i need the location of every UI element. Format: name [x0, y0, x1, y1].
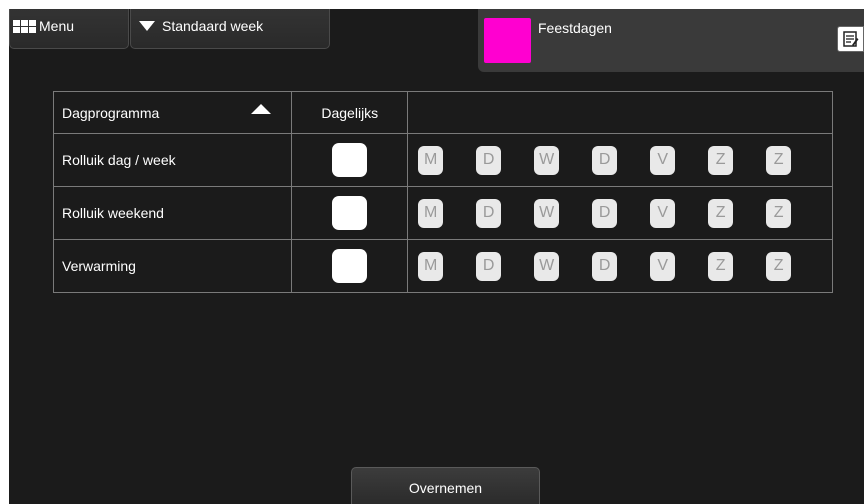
- weekdays-cell: MDWDVZZ: [407, 239, 833, 293]
- weekday-toggle[interactable]: W: [534, 251, 560, 281]
- daily-checkbox[interactable]: [332, 196, 368, 230]
- week-select-button[interactable]: Standaard week: [130, 9, 330, 49]
- weekday-toggle[interactable]: D: [592, 145, 618, 175]
- triangle-down-icon: [139, 21, 155, 31]
- header-dagelijks: Dagelijks: [291, 91, 409, 134]
- daily-cell: [291, 186, 409, 240]
- weekday-toggle[interactable]: V: [650, 251, 676, 281]
- weekday-toggle[interactable]: Z: [766, 251, 792, 281]
- program-name[interactable]: Rolluik dag / week: [52, 133, 293, 187]
- daily-cell: [291, 239, 409, 293]
- holiday-color-swatch[interactable]: [484, 18, 531, 63]
- program-name[interactable]: Verwarming: [52, 239, 293, 293]
- weekday-toggle[interactable]: M: [418, 251, 444, 281]
- daily-checkbox[interactable]: [332, 249, 368, 283]
- edit-button[interactable]: [837, 26, 864, 52]
- weekday-toggle[interactable]: W: [534, 198, 560, 228]
- weekday-toggle[interactable]: V: [650, 198, 676, 228]
- daily-cell: [291, 133, 409, 187]
- weekday-toggle[interactable]: V: [650, 145, 676, 175]
- weekday-toggle[interactable]: Z: [766, 145, 792, 175]
- weekday-toggle[interactable]: Z: [708, 251, 734, 281]
- table-row: Rolluik dag / week M D W D V Z Z: [52, 133, 833, 187]
- day-program-table: Dagprogramma Dagelijks Rolluik dag / wee…: [52, 91, 833, 293]
- weekday-toggle[interactable]: Z: [708, 145, 734, 175]
- program-name[interactable]: Rolluik weekend: [52, 186, 293, 240]
- sort-ascending-icon[interactable]: [251, 104, 272, 114]
- weekday-toggle[interactable]: D: [592, 198, 618, 228]
- weekdays-cell: MDWDVZZ: [407, 186, 833, 240]
- window-frame-top: [0, 0, 864, 9]
- header-name-label: Dagprogramma: [62, 104, 160, 121]
- weekday-toggle[interactable]: M: [418, 145, 444, 175]
- holidays-panel: Feestdagen: [478, 9, 864, 72]
- daily-checkbox[interactable]: [332, 143, 368, 177]
- table-row: Rolluik weekend M D W D V Z Z: [52, 186, 833, 240]
- weekday-toggle[interactable]: W: [534, 145, 560, 175]
- holidays-label: Feestdagen: [538, 20, 612, 36]
- menu-button[interactable]: Menu: [9, 9, 129, 49]
- weekdays-cell: MDWDVZZ: [407, 133, 833, 187]
- window-frame-left: [0, 0, 9, 504]
- weekday-toggle[interactable]: Z: [708, 198, 734, 228]
- grid-menu-icon: [13, 20, 36, 33]
- weekday-toggle[interactable]: D: [476, 251, 502, 281]
- weekday-toggle[interactable]: Z: [766, 198, 792, 228]
- edit-list-icon: [843, 31, 859, 47]
- weekday-toggle[interactable]: M: [418, 198, 444, 228]
- table-row: Verwarming M D W D V Z Z: [52, 239, 833, 293]
- weekday-toggle[interactable]: D: [592, 251, 618, 281]
- week-select-label: Standaard week: [162, 18, 264, 34]
- apply-label: Overnemen: [408, 480, 483, 496]
- apply-button[interactable]: Overnemen: [351, 467, 540, 504]
- weekday-toggle[interactable]: D: [476, 198, 502, 228]
- table-header-row: Dagprogramma Dagelijks: [52, 91, 833, 134]
- header-days: [407, 91, 833, 134]
- header-dagprogramma[interactable]: Dagprogramma: [52, 91, 293, 134]
- weekday-toggle[interactable]: D: [476, 145, 502, 175]
- menu-label: Menu: [39, 18, 75, 34]
